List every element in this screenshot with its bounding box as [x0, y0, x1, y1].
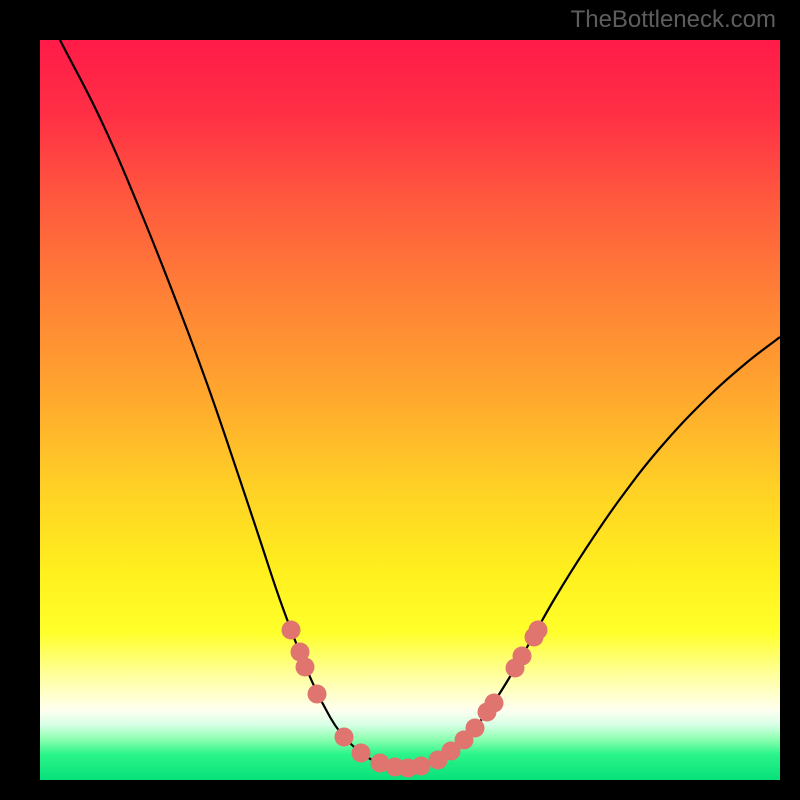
watermark-text: TheBottleneck.com [571, 6, 776, 34]
data-dot [335, 728, 354, 747]
data-dot [282, 621, 301, 640]
data-dot [466, 719, 485, 738]
bottleneck-curve [40, 40, 780, 780]
data-dot [308, 685, 327, 704]
data-dot [513, 647, 532, 666]
chart-frame: TheBottleneck.com [0, 0, 800, 800]
plot-area [40, 40, 780, 780]
data-dot [529, 621, 548, 640]
data-dot [296, 658, 315, 677]
data-dot [352, 744, 371, 763]
data-dot [485, 694, 504, 713]
